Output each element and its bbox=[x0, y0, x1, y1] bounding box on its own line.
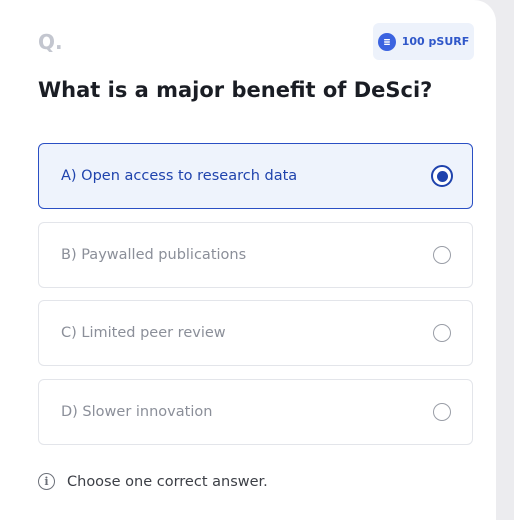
info-icon: i bbox=[38, 473, 55, 490]
answer-option-b[interactable]: B) Paywalled publications bbox=[38, 222, 473, 288]
radio-dot bbox=[436, 170, 448, 182]
radio-button[interactable] bbox=[433, 246, 451, 264]
option-label: D) Slower innovation bbox=[61, 404, 213, 420]
question-number-label: Q. bbox=[38, 30, 63, 54]
answer-option-c[interactable]: C) Limited peer review bbox=[38, 300, 473, 366]
answer-option-a[interactable]: A) Open access to research data bbox=[38, 143, 473, 209]
quiz-card: Q. 100 pSURF What is a major benefit of … bbox=[0, 0, 496, 520]
option-label: B) Paywalled publications bbox=[61, 247, 247, 263]
radio-button[interactable] bbox=[433, 403, 451, 421]
option-label: A) Open access to research data bbox=[61, 168, 298, 184]
coin-icon bbox=[377, 32, 396, 51]
reward-badge: 100 pSURF bbox=[373, 23, 474, 60]
question-text: What is a major benefit of DeSci? bbox=[38, 78, 433, 102]
radio-button[interactable] bbox=[433, 324, 451, 342]
answer-option-d[interactable]: D) Slower innovation bbox=[38, 379, 473, 445]
instruction-hint: i Choose one correct answer. bbox=[38, 473, 268, 490]
instruction-text: Choose one correct answer. bbox=[67, 473, 268, 490]
reward-amount: 100 pSURF bbox=[401, 35, 470, 48]
option-label: C) Limited peer review bbox=[61, 325, 226, 341]
radio-button-selected[interactable] bbox=[431, 165, 453, 187]
